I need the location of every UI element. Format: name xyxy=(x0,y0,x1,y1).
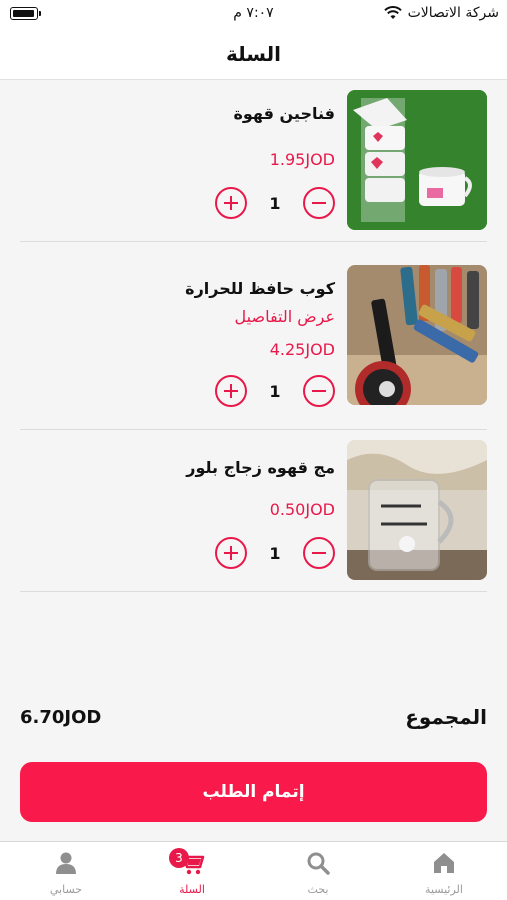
status-carrier: شركة الاتصالات xyxy=(383,5,499,21)
user-icon xyxy=(56,852,76,874)
product-name: فناجين قهوة xyxy=(233,104,335,123)
cart-item: مج قهوه زجاج بلور 0.50JOD 1 xyxy=(20,430,487,592)
decrease-quantity-button[interactable] xyxy=(303,187,335,219)
wifi-icon xyxy=(383,6,402,19)
tab-label: حسابي xyxy=(49,883,83,896)
product-image-glass-mug[interactable] xyxy=(347,440,487,580)
product-image-coffee-cups[interactable] xyxy=(347,90,487,230)
product-price: 1.95JOD xyxy=(269,150,335,169)
total-value: 6.70JOD xyxy=(20,707,102,728)
tab-search[interactable]: بحث xyxy=(255,842,381,900)
product-price: 4.25JOD xyxy=(269,340,335,359)
product-details-link[interactable]: عرض التفاصيل xyxy=(235,307,335,326)
increase-quantity-button[interactable] xyxy=(215,187,247,219)
tab-home[interactable]: الرئيسية xyxy=(381,842,507,900)
checkout-button[interactable]: إتمام الطلب xyxy=(20,762,487,822)
tab-account[interactable]: حسابي xyxy=(3,842,129,900)
product-price: 0.50JOD xyxy=(269,500,335,519)
page-header: السلة xyxy=(0,28,507,80)
cart-item: فناجين قهوة 1.95JOD 1 xyxy=(20,80,487,242)
quantity-value: 1 xyxy=(269,381,281,401)
status-bar: ٧:٠٧ م شركة الاتصالات xyxy=(0,0,507,28)
cart-total: المجموع 6.70JOD xyxy=(20,705,487,737)
search-icon xyxy=(307,852,330,875)
product-name: كوب حافظ للحرارة xyxy=(185,279,335,298)
home-icon xyxy=(434,853,454,873)
increase-quantity-button[interactable] xyxy=(215,375,247,407)
quantity-value: 1 xyxy=(269,543,281,563)
carrier-name: شركة الاتصالات xyxy=(407,5,499,21)
tab-label: الرئيسية xyxy=(425,883,463,896)
decrease-quantity-button[interactable] xyxy=(303,375,335,407)
bottom-tab-bar: الرئيسية بحث 3 السلة حسابي xyxy=(0,841,507,900)
quantity-value: 1 xyxy=(269,193,281,213)
tab-cart[interactable]: 3 السلة xyxy=(129,842,255,900)
cart-item: كوب حافظ للحرارة عرض التفاصيل 4.25JOD 1 xyxy=(20,255,487,430)
page-title: السلة xyxy=(225,41,281,66)
increase-quantity-button[interactable] xyxy=(215,537,247,569)
product-image-thermos[interactable] xyxy=(347,265,487,405)
total-label: المجموع xyxy=(405,705,487,729)
cart-count-badge: 3 xyxy=(169,848,189,868)
decrease-quantity-button[interactable] xyxy=(303,537,335,569)
product-name: مج قهوه زجاج بلور xyxy=(186,458,335,477)
tab-label: بحث xyxy=(307,883,329,896)
tab-label: السلة xyxy=(179,883,205,896)
